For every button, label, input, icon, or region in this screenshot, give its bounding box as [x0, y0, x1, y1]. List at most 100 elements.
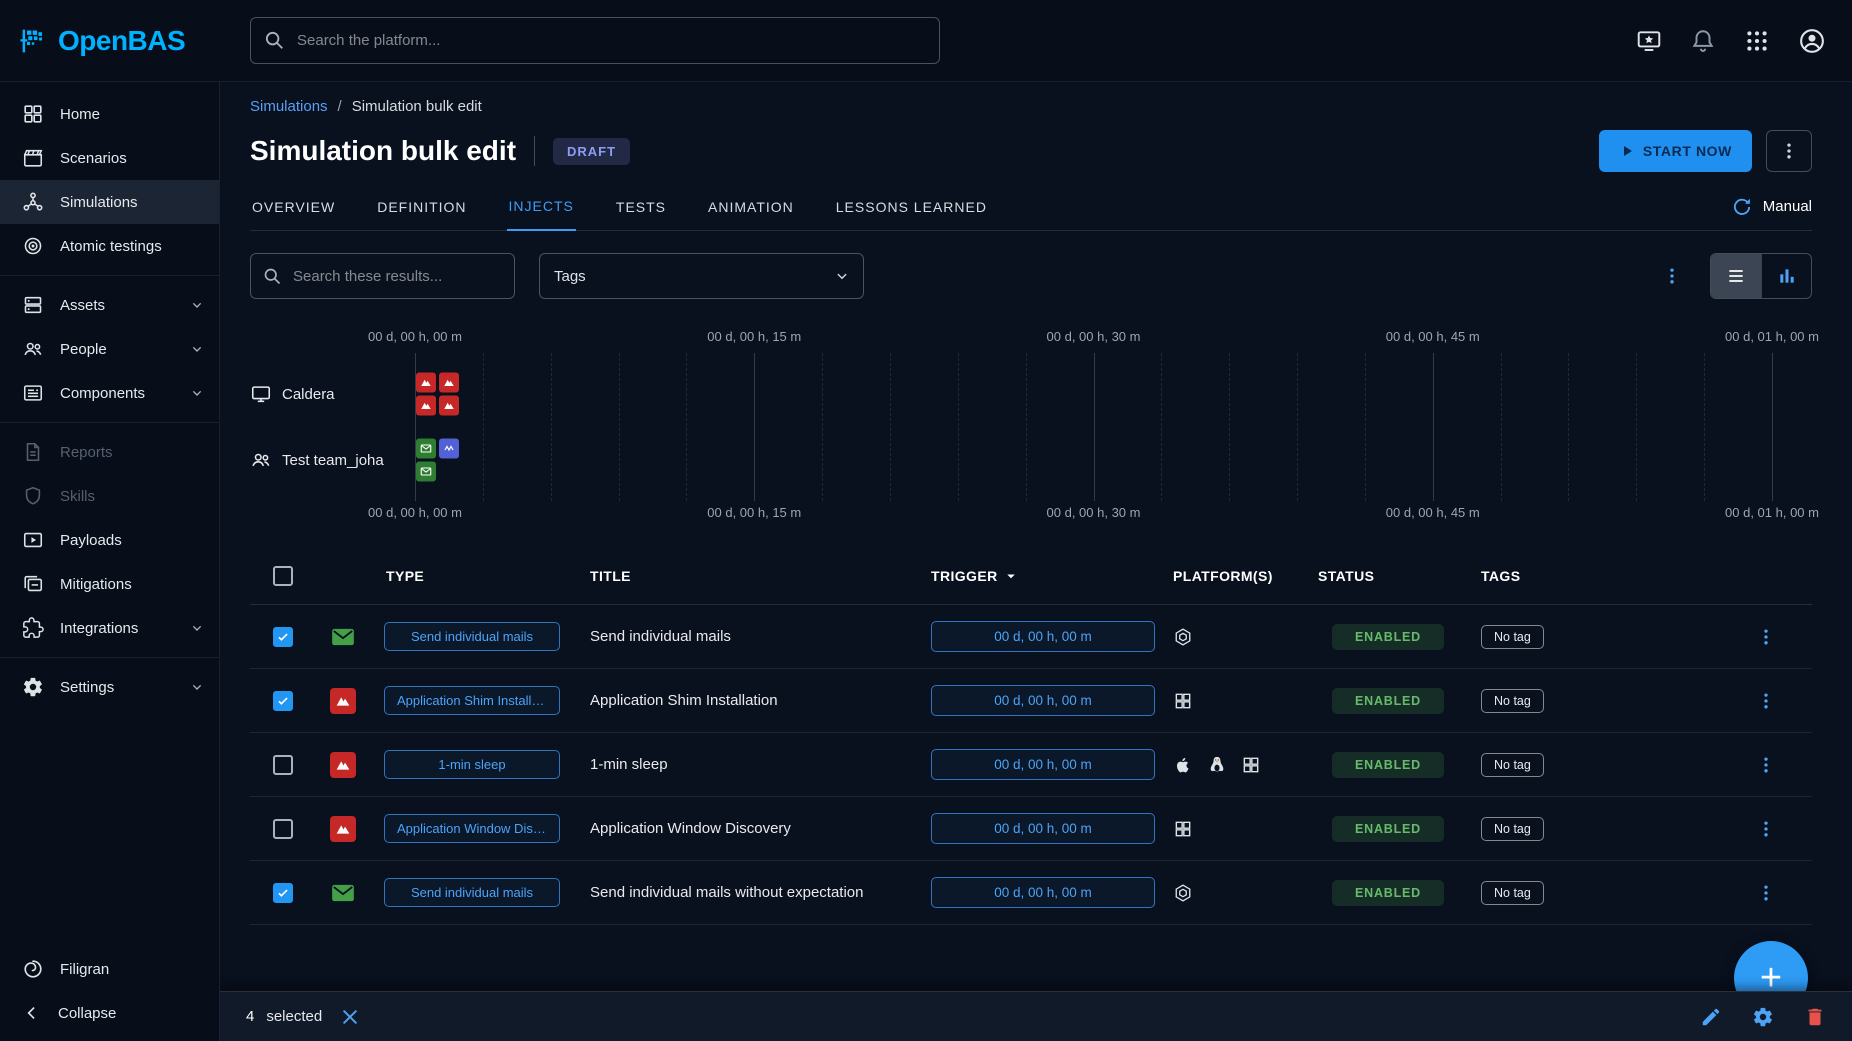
sidebar-item-simulations[interactable]: Simulations	[0, 180, 219, 224]
row-menu-kebab-icon[interactable]	[1756, 755, 1776, 775]
status-badge-draft: DRAFT	[553, 138, 630, 165]
sidebar-item-integrations[interactable]: Integrations	[0, 606, 219, 650]
sidebar-item-scenarios[interactable]: Scenarios	[0, 136, 219, 180]
selection-toolbar: 4 selected	[220, 991, 1852, 1041]
chevron-down-icon	[189, 385, 205, 401]
sidebar-item-components[interactable]: Components	[0, 371, 219, 415]
app-logo[interactable]: OpenBAS	[0, 25, 250, 57]
status-chip: ENABLED	[1332, 752, 1444, 778]
platform-search-input[interactable]	[250, 17, 940, 64]
tab-injects[interactable]: INJECTS	[507, 183, 576, 231]
filigran-logo-icon	[22, 958, 44, 980]
sidebar-item-mitigations[interactable]: Mitigations	[0, 562, 219, 606]
table-row[interactable]: Application Window Discovery Application…	[250, 797, 1812, 861]
account-avatar-icon[interactable]	[1798, 27, 1826, 55]
select-all-checkbox[interactable]	[273, 566, 293, 586]
row-checkbox[interactable]	[273, 883, 293, 903]
bulk-update-button[interactable]	[1752, 1006, 1774, 1028]
windows-platform-icon	[1241, 755, 1261, 775]
internal-platform-icon	[1173, 627, 1193, 647]
sidebar-collapse-button[interactable]: Collapse	[0, 991, 219, 1035]
manual-inject-icon[interactable]	[439, 439, 459, 459]
chart-view-toggle[interactable]	[1761, 254, 1811, 298]
header-menu-kebab-button[interactable]	[1766, 130, 1812, 172]
trigger-chip: 00 d, 00 h, 00 m	[931, 877, 1155, 908]
row-menu-kebab-icon[interactable]	[1756, 627, 1776, 647]
tab-definition[interactable]: DEFINITION	[375, 184, 468, 230]
email-inject-icon[interactable]	[416, 439, 436, 459]
table-row[interactable]: 1-min sleep 1-min sleep 00 d, 00 h, 00 m…	[250, 733, 1812, 797]
filters-kebab-icon[interactable]	[1662, 266, 1682, 286]
screen-share-button[interactable]	[1636, 28, 1662, 54]
tag-chip: No tag	[1481, 625, 1544, 649]
bulk-delete-button[interactable]	[1804, 1006, 1826, 1028]
tag-chip: No tag	[1481, 881, 1544, 905]
pencil-icon	[1700, 1006, 1722, 1028]
inject-title: Application Shim Installation	[575, 692, 925, 709]
breadcrumb-current: Simulation bulk edit	[352, 98, 482, 115]
tab-lessons-learned[interactable]: LESSONS LEARNED	[834, 184, 989, 230]
email-inject-icon[interactable]	[416, 462, 436, 482]
column-header-tags[interactable]: TAGS	[1465, 568, 1720, 584]
column-header-status[interactable]: STATUS	[1310, 568, 1465, 584]
components-icon	[22, 382, 44, 404]
column-header-trigger[interactable]: TRIGGER	[925, 567, 1165, 585]
people-icon	[22, 338, 44, 360]
tags-filter-select[interactable]: Tags	[539, 253, 864, 299]
windows-platform-icon	[1173, 819, 1193, 839]
bulk-edit-button[interactable]	[1700, 1006, 1722, 1028]
table-row[interactable]: Send individual mails Send individual ma…	[250, 605, 1812, 669]
list-view-icon	[1726, 266, 1746, 286]
apps-grid-icon[interactable]	[1744, 28, 1770, 54]
caldera-inject-icon[interactable]	[416, 373, 436, 393]
shield-icon	[22, 485, 44, 507]
sidebar-item-assets[interactable]: Assets	[0, 283, 219, 327]
inject-type-chip: Send individual mails	[384, 622, 560, 651]
row-menu-kebab-icon[interactable]	[1756, 691, 1776, 711]
platform-search	[250, 17, 940, 64]
table-row[interactable]: Application Shim Installation Applicatio…	[250, 669, 1812, 733]
page-title: Simulation bulk edit	[250, 135, 516, 167]
caldera-inject-icon[interactable]	[439, 396, 459, 416]
inject-title: 1-min sleep	[575, 756, 925, 773]
notifications-bell-icon[interactable]	[1690, 28, 1716, 54]
clear-selection-button[interactable]	[340, 1007, 360, 1027]
row-menu-kebab-icon[interactable]	[1756, 883, 1776, 903]
column-header-title[interactable]: TITLE	[575, 568, 925, 584]
row-checkbox[interactable]	[273, 755, 293, 775]
timeline-row-test-team: Test team_joha	[250, 427, 1772, 493]
refresh-icon[interactable]	[1731, 196, 1753, 218]
row-menu-kebab-icon[interactable]	[1756, 819, 1776, 839]
caldera-inject-icon[interactable]	[439, 373, 459, 393]
sidebar-item-home[interactable]: Home	[0, 92, 219, 136]
table-header-row: TYPE TITLE TRIGGER PLATFORM(S) STATUS TA…	[250, 547, 1812, 605]
table-row[interactable]: Send individual mails Send individual ma…	[250, 861, 1812, 925]
results-search-input[interactable]	[250, 253, 515, 299]
sidebar-item-skills: Skills	[0, 474, 219, 518]
breadcrumb-simulations-link[interactable]: Simulations	[250, 98, 328, 115]
sidebar: Home Scenarios Simulations Atomic testin…	[0, 82, 220, 1041]
monitor-icon	[250, 383, 272, 405]
tab-tests[interactable]: TESTS	[614, 184, 668, 230]
scenarios-icon	[22, 147, 44, 169]
tab-overview[interactable]: OVERVIEW	[250, 184, 337, 230]
row-checkbox[interactable]	[273, 691, 293, 711]
sidebar-item-settings[interactable]: Settings	[0, 665, 219, 709]
sidebar-item-people[interactable]: People	[0, 327, 219, 371]
puzzle-icon	[22, 617, 44, 639]
caldera-inject-icon[interactable]	[416, 396, 436, 416]
start-now-button[interactable]: START NOW	[1599, 130, 1752, 172]
row-checkbox[interactable]	[273, 819, 293, 839]
main-content: Simulations / Simulation bulk edit Simul…	[220, 82, 1852, 1041]
column-header-platforms[interactable]: PLATFORM(S)	[1165, 568, 1310, 584]
tag-chip: No tag	[1481, 753, 1544, 777]
sidebar-item-atomic-testings[interactable]: Atomic testings	[0, 224, 219, 268]
sidebar-item-payloads[interactable]: Payloads	[0, 518, 219, 562]
hub-icon	[22, 191, 44, 213]
row-checkbox[interactable]	[273, 627, 293, 647]
list-view-toggle[interactable]	[1711, 254, 1761, 298]
tab-animation[interactable]: ANIMATION	[706, 184, 796, 230]
bar-chart-icon	[1777, 266, 1797, 286]
column-header-type[interactable]: TYPE	[370, 568, 575, 584]
sidebar-item-filigran[interactable]: Filigran	[0, 947, 219, 991]
